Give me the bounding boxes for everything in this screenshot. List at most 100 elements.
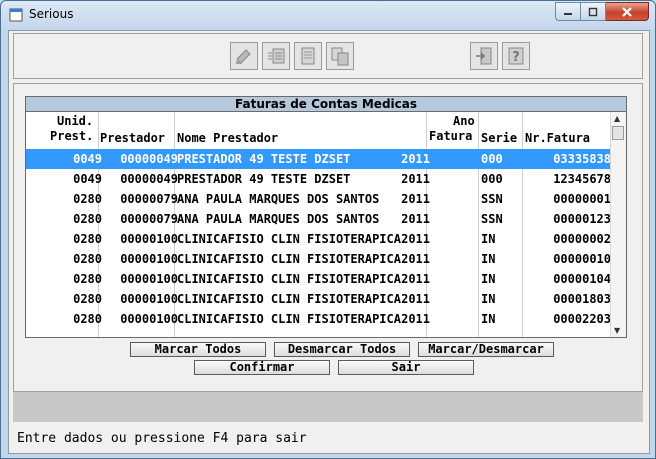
cell-serie: 000	[481, 152, 503, 166]
copy-icon	[331, 47, 349, 66]
table-row[interactable]: 0280 00000100 CLINICAFISIO CLIN FISIOTERAP…	[26, 309, 611, 329]
maximize-button[interactable]	[581, 2, 606, 21]
cell-prestador: 00000079	[120, 212, 178, 226]
toolbar: ?	[13, 33, 643, 79]
header-unid-line2[interactable]: Prest.	[50, 129, 93, 144]
cell-ano: 2011	[401, 312, 430, 326]
cell-nr: 00000123	[553, 212, 611, 226]
cell-nr: 00000001	[553, 192, 611, 206]
list-button[interactable]	[262, 42, 290, 70]
client-area: ? Faturas de Contas Medicas Unid. Prest.…	[8, 30, 650, 454]
cell-nome: CLINICAFISIO CLIN FISIOTERAPICA	[177, 312, 401, 326]
cell-nr: 12345678	[553, 172, 611, 186]
window-title: Serious	[29, 7, 74, 21]
cell-serie: IN	[481, 312, 496, 326]
cell-nr: 00000002	[553, 232, 611, 246]
table-row[interactable]: 0280 00000100 CLINICAFISIO CLIN FISIOTERAP…	[26, 289, 611, 309]
cell-prestador: 00000100	[120, 292, 178, 306]
table-row[interactable]: 0280 00000100 CLINICAFISIO CLIN FISIOTERAP…	[26, 229, 611, 249]
maximize-icon	[588, 7, 598, 16]
header-nr-fatura[interactable]: Nr.Fatura	[525, 131, 590, 146]
grid-title: Faturas de Contas Medicas	[26, 97, 626, 112]
cell-unid: 0280	[73, 232, 102, 246]
minimize-icon	[564, 12, 572, 15]
cell-ano: 2011	[401, 272, 430, 286]
cell-ano: 2011	[401, 212, 430, 226]
close-icon	[622, 6, 632, 17]
content-panel: Faturas de Contas Medicas Unid. Prest. P…	[13, 83, 643, 392]
header-ano-line2[interactable]: Fatura	[429, 129, 472, 144]
cell-ano: 2011	[401, 232, 430, 246]
cell-nr: 03335838	[553, 152, 611, 166]
cell-serie: IN	[481, 232, 496, 246]
cell-unid: 0280	[73, 272, 102, 286]
document-icon	[301, 47, 315, 65]
minimize-button[interactable]	[555, 2, 581, 21]
cell-serie: IN	[481, 292, 496, 306]
cell-prestador: 00000049	[120, 152, 178, 166]
cell-unid: 0280	[73, 312, 102, 326]
cell-ano: 2011	[401, 192, 430, 206]
grid-header: Unid. Prest. Prestador Nome Prestador An…	[26, 112, 611, 148]
table-row[interactable]: 0280 00000079 ANA PAULA MARQUES DOS SANTOS…	[26, 189, 611, 209]
table-row[interactable]: 0049 00000049 PRESTADOR 49 TESTE DZSET 2011…	[26, 149, 611, 169]
help-button[interactable]: ?	[502, 42, 530, 70]
cell-nr: 00001803	[553, 292, 611, 306]
app-window: Serious ? Faturas de Contas Medicas Unid…	[0, 0, 656, 459]
sair-button[interactable]: Sair	[338, 360, 474, 375]
cell-ano: 2011	[401, 172, 430, 186]
scroll-up-icon[interactable]: ▲	[614, 114, 620, 123]
cell-nome: CLINICAFISIO CLIN FISIOTERAPICA	[177, 232, 401, 246]
exit-button[interactable]	[470, 42, 498, 70]
cell-unid: 0049	[73, 172, 102, 186]
cell-prestador: 00000100	[120, 312, 178, 326]
table-row[interactable]: 0280 00000100 CLINICAFISIO CLIN FISIOTERAP…	[26, 249, 611, 269]
cell-serie: IN	[481, 252, 496, 266]
faturas-grid: Faturas de Contas Medicas Unid. Prest. P…	[25, 96, 627, 338]
cell-nome: PRESTADOR 49 TESTE DZSET	[177, 152, 351, 166]
header-unid-line1[interactable]: Unid.	[57, 114, 93, 129]
separator-strip	[13, 392, 643, 422]
cell-serie: IN	[481, 272, 496, 286]
header-ano-line1[interactable]: Ano	[453, 114, 475, 129]
exit-door-icon	[476, 47, 492, 65]
app-icon	[9, 8, 23, 22]
header-prestador[interactable]: Prestador	[100, 131, 165, 146]
edit-button[interactable]	[230, 42, 258, 70]
header-nome-prestador[interactable]: Nome Prestador	[177, 131, 278, 146]
cell-unid: 0280	[73, 212, 102, 226]
close-button[interactable]	[606, 2, 649, 21]
cell-prestador: 00000100	[120, 272, 178, 286]
cell-nome: PRESTADOR 49 TESTE DZSET	[177, 172, 351, 186]
confirmar-button[interactable]: Confirmar	[194, 360, 330, 375]
document-button[interactable]	[294, 42, 322, 70]
scrollbar-thumb[interactable]	[612, 126, 624, 140]
cell-ano: 2011	[401, 152, 430, 166]
table-row[interactable]: 0280 00000100 CLINICAFISIO CLIN FISIOTERAP…	[26, 269, 611, 289]
grid-rows: 0049 00000049 PRESTADOR 49 TESTE DZSET 2011…	[26, 149, 611, 329]
cell-prestador: 00000079	[120, 192, 178, 206]
cell-serie: SSN	[481, 212, 503, 226]
desmarcar-todos-button[interactable]: Desmarcar Todos	[274, 342, 410, 357]
table-row[interactable]: 0049 00000049 PRESTADOR 49 TESTE DZSET 2011…	[26, 169, 611, 189]
cell-ano: 2011	[401, 292, 430, 306]
cell-nome: ANA PAULA MARQUES DOS SANTOS	[177, 192, 380, 206]
vertical-scrollbar[interactable]: ▲ ▼	[610, 112, 626, 337]
marcar-todos-button[interactable]: Marcar Todos	[130, 342, 266, 357]
copy-button[interactable]	[326, 42, 354, 70]
marcar-desmarcar-button[interactable]: Marcar/Desmarcar	[418, 342, 554, 357]
cell-unid: 0280	[73, 292, 102, 306]
cell-unid: 0280	[73, 252, 102, 266]
cell-nome: ANA PAULA MARQUES DOS SANTOS	[177, 212, 380, 226]
help-icon: ?	[508, 47, 524, 65]
cell-nome: CLINICAFISIO CLIN FISIOTERAPICA	[177, 272, 401, 286]
cell-nome: CLINICAFISIO CLIN FISIOTERAPICA	[177, 292, 401, 306]
svg-text:?: ?	[512, 50, 520, 65]
cell-unid: 0049	[73, 152, 102, 166]
cell-nr: 00000010	[553, 252, 611, 266]
scroll-down-icon[interactable]: ▼	[614, 326, 620, 335]
table-row[interactable]: 0280 00000079 ANA PAULA MARQUES DOS SANTOS…	[26, 209, 611, 229]
cell-prestador: 00000100	[120, 232, 178, 246]
header-serie[interactable]: Serie	[481, 131, 517, 146]
title-bar[interactable]: Serious	[1, 1, 655, 29]
